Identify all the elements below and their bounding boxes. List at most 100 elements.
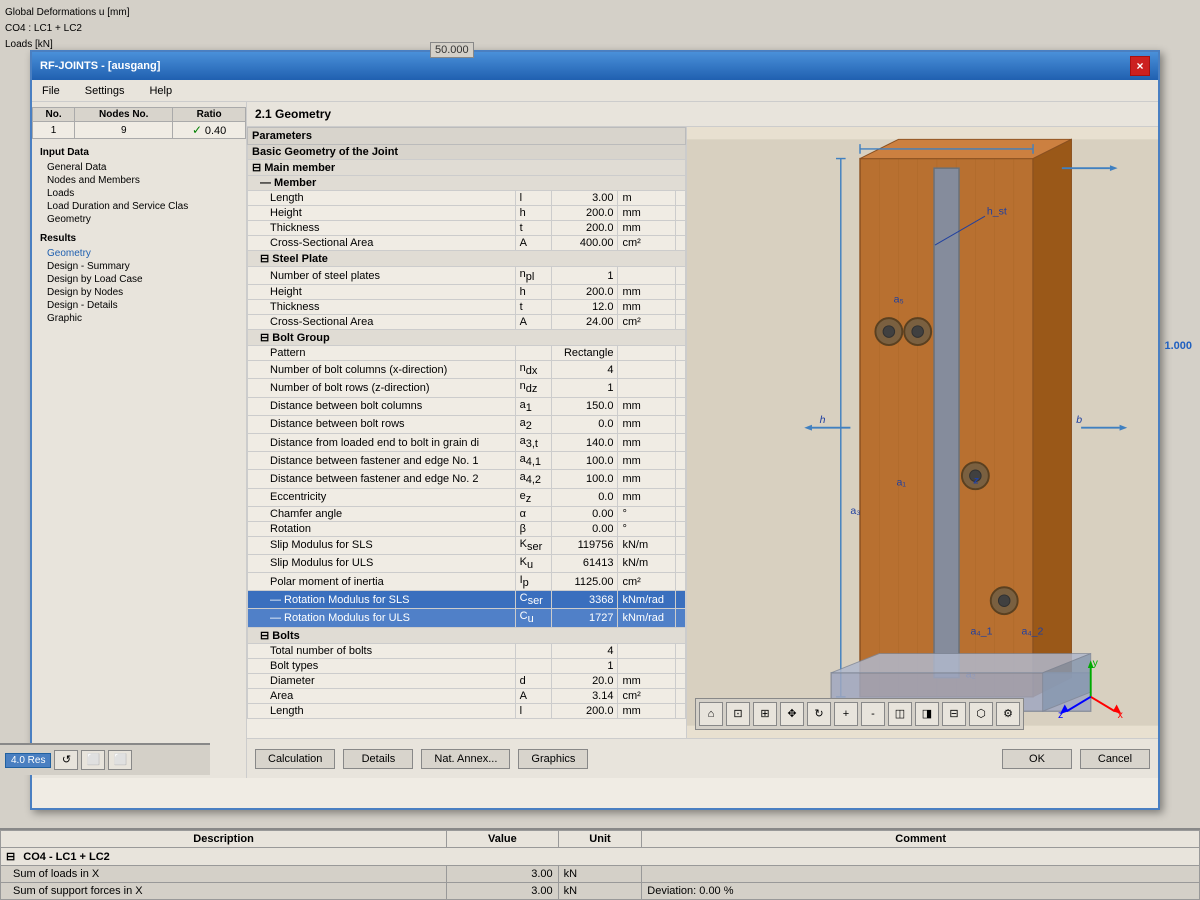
tree-graphic[interactable]: Graphic: [32, 312, 246, 325]
group-main-member: ⊟ Main member: [248, 160, 686, 176]
sum-support-row: Sum of support forces in X 3.00 kN Devia…: [1, 883, 1200, 900]
menu-settings[interactable]: Settings: [80, 83, 130, 99]
ok-button[interactable]: OK: [1002, 749, 1072, 769]
row-bolt-rows: Number of bolt rows (z-direction) ndz 1: [248, 379, 686, 397]
row-bolt-area: Area A 3.14 cm²: [248, 688, 686, 703]
vis-btn-perspective[interactable]: ⬡: [969, 702, 993, 726]
svg-text:y: y: [1093, 657, 1099, 669]
app-header: Global Deformations u [mm] CO4 : LC1 + L…: [0, 0, 1200, 45]
header-line1: Global Deformations u [mm]: [5, 5, 1195, 21]
row-dist-rows: Distance between bolt rows a2 0.0 mm: [248, 415, 686, 433]
group-member: — Member: [248, 176, 686, 191]
sum-support-val: 3.00: [447, 883, 559, 900]
dialog-titlebar: RF-JOINTS - [ausgang] ×: [32, 52, 1158, 80]
vis-btn-home[interactable]: ⌂: [699, 702, 723, 726]
tree-nodes-members[interactable]: Nodes and Members: [32, 174, 246, 187]
row-eccentricity: Eccentricity ez 0.0 mm: [248, 488, 686, 506]
col-unit-header: Unit: [558, 831, 642, 848]
svg-text:a₄_2: a₄_2: [1022, 625, 1044, 637]
number-table: No. Nodes No. Ratio 1 9 ✓ 0.40: [32, 107, 246, 139]
axis-value-label: 50.000: [430, 42, 474, 58]
section-title: 2.1 Geometry: [247, 102, 1158, 127]
vis-btn-zoom-window[interactable]: ⊞: [753, 702, 777, 726]
menu-file[interactable]: File: [37, 83, 65, 99]
tree-geometry-results[interactable]: Geometry: [32, 247, 246, 260]
close-button[interactable]: ×: [1130, 56, 1150, 76]
sum-loads-val: 3.00: [447, 866, 559, 883]
bolt-group-label: ⊟ Bolt Group: [248, 330, 686, 346]
sum-support-comment: Deviation: 0.00 %: [642, 883, 1200, 900]
row-no: 1: [33, 122, 75, 139]
tree-design-details[interactable]: Design - Details: [32, 299, 246, 312]
graphics-button[interactable]: Graphics: [518, 749, 588, 769]
tree-design-load-case[interactable]: Design by Load Case: [32, 273, 246, 286]
vis-btn-zoom-out[interactable]: -: [861, 702, 885, 726]
menu-help[interactable]: Help: [144, 83, 177, 99]
row-area-member: Cross-Sectional Area A 400.00 cm²: [248, 236, 686, 251]
parameter-table: Parameters Basic Geometry of the Joint ⊟…: [247, 127, 686, 719]
svg-text:b: b: [1076, 414, 1082, 426]
member-label: — Member: [248, 176, 686, 191]
vis-btn-top[interactable]: ⊟: [942, 702, 966, 726]
col-comment-header: Comment: [642, 831, 1200, 848]
row-edge-1: Distance between fastener and edge No. 1…: [248, 452, 686, 470]
header-line2: CO4 : LC1 + LC2: [5, 21, 1195, 37]
vis-btn-zoom-fit[interactable]: ⊡: [726, 702, 750, 726]
main-member-label: ⊟ Main member: [248, 160, 686, 176]
details-button[interactable]: Details: [343, 749, 413, 769]
row-dist-cols: Distance between bolt columns a1 150.0 m…: [248, 397, 686, 415]
tree-design-nodes[interactable]: Design by Nodes: [32, 286, 246, 299]
col-nodes: Nodes No.: [75, 108, 173, 122]
row-bolt-cols: Number of bolt columns (x-direction) ndx…: [248, 361, 686, 379]
co4-header-row: ⊟ CO4 - LC1 + LC2: [1, 848, 1200, 866]
basic-geometry-label: Basic Geometry of the Joint: [248, 145, 686, 160]
co4-label: ⊟ CO4 - LC1 + LC2: [1, 848, 1200, 866]
tree-design-summary[interactable]: Design - Summary: [32, 260, 246, 273]
check-icon: ✓: [192, 123, 202, 137]
row-dist-loaded-end: Distance from loaded end to bolt in grai…: [248, 433, 686, 451]
bottom-status-bar: Description Value Unit Comment ⊟ CO4 - L…: [0, 828, 1200, 900]
col-ratio: Ratio: [173, 108, 246, 122]
row-total-bolts: Total number of bolts 4: [248, 643, 686, 658]
col-description-header: Description: [1, 831, 447, 848]
row-nodes: 9: [75, 122, 173, 139]
params-header: Parameters: [248, 128, 686, 145]
tree-geometry-input[interactable]: Geometry: [32, 213, 246, 226]
tree-loads[interactable]: Loads: [32, 187, 246, 200]
col-value-header: Value: [447, 831, 559, 848]
nat-annex-button[interactable]: Nat. Annex...: [421, 749, 510, 769]
group-basic-geometry: Basic Geometry of the Joint: [248, 145, 686, 160]
data-table-area: Parameters Basic Geometry of the Joint ⊟…: [247, 127, 687, 738]
section-results: Results: [32, 230, 246, 247]
row-rotation: Rotation β 0.00 °: [248, 521, 686, 536]
svg-text:z: z: [1058, 709, 1063, 721]
sum-support-unit: kN: [558, 883, 642, 900]
calculation-button[interactable]: Calculation: [255, 749, 335, 769]
vis-btn-pan[interactable]: ✥: [780, 702, 804, 726]
svg-text:a₃: a₃: [850, 505, 860, 517]
taskbar-btn-2[interactable]: ⬜: [81, 750, 105, 770]
svg-text:a₄_1: a₄_1: [971, 625, 993, 637]
vis-btn-rotate[interactable]: ↻: [807, 702, 831, 726]
sum-loads-unit: kN: [558, 866, 642, 883]
row-polar-inertia: Polar moment of inertia Ip 1125.00 cm²: [248, 573, 686, 591]
dialog-left-panel: No. Nodes No. Ratio 1 9 ✓ 0.40 Input Dat…: [32, 102, 247, 778]
tree-load-duration[interactable]: Load Duration and Service Clas: [32, 200, 246, 213]
cancel-button[interactable]: Cancel: [1080, 749, 1150, 769]
vis-btn-front[interactable]: ◫: [888, 702, 912, 726]
row-num-plates: Number of steel plates npl 1: [248, 267, 686, 285]
tree-general-data[interactable]: General Data: [32, 161, 246, 174]
sum-support-desc: Sum of support forces in X: [1, 883, 447, 900]
svg-text:h: h: [820, 414, 826, 426]
taskbar-btn-1[interactable]: ↺: [54, 750, 78, 770]
vis-btn-settings[interactable]: ⚙: [996, 702, 1020, 726]
taskbar-btn-3[interactable]: ⬜: [108, 750, 132, 770]
visualization-toolbar: ⌂ ⊡ ⊞ ✥ ↻ + - ◫ ◨ ⊟ ⬡ ⚙: [695, 698, 1024, 730]
row-bolt-length: Length l 200.0 mm: [248, 703, 686, 718]
vis-btn-zoom-in[interactable]: +: [834, 702, 858, 726]
row-chamfer: Chamfer angle α 0.00 °: [248, 506, 686, 521]
steel-plate-label: ⊟ Steel Plate: [248, 251, 686, 267]
vis-btn-side[interactable]: ◨: [915, 702, 939, 726]
row-slip-sls: Slip Modulus for SLS Kser 119756 kN/m: [248, 536, 686, 554]
dialog-main-area: 2.1 Geometry Parameters Basic Ge: [247, 102, 1158, 778]
